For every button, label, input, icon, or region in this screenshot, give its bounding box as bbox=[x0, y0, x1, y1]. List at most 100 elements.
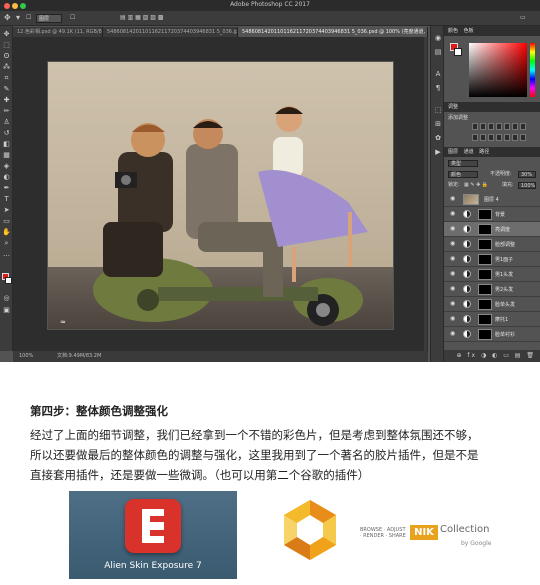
tab-channels[interactable]: 通道 bbox=[464, 149, 474, 155]
adjustments-panel-header: 调整 bbox=[444, 102, 540, 112]
blend-mode-dropdown[interactable]: 颜色 bbox=[448, 171, 478, 178]
layer-mask-thumbnail[interactable] bbox=[478, 239, 492, 250]
document-size[interactable]: 文档:9.49M/83.2M bbox=[57, 351, 101, 362]
blur-tool-icon[interactable]: ◈ bbox=[2, 162, 11, 171]
color-picker-field[interactable] bbox=[469, 43, 527, 97]
hand-tool-icon[interactable]: ✋ bbox=[2, 228, 11, 237]
layer-mask-thumbnail[interactable] bbox=[478, 224, 492, 235]
blend-opacity-row: 颜色 不透明度: 30% bbox=[444, 169, 540, 179]
zoom-level[interactable]: 100% bbox=[19, 351, 33, 362]
eye-icon[interactable]: ◉ bbox=[450, 330, 455, 337]
path-select-icon[interactable]: ➤ bbox=[2, 206, 11, 215]
layer-mask-thumbnail[interactable] bbox=[478, 269, 492, 280]
fill-input[interactable]: 100% bbox=[518, 182, 536, 189]
chevron-down-icon[interactable]: ▾ bbox=[16, 13, 20, 22]
layers-footer-icons[interactable]: ⊕ fx ◑ ◐ ▭ ▤ 🗑 bbox=[444, 350, 540, 362]
history-brush-icon[interactable]: ↺ bbox=[2, 129, 11, 138]
adjustment-layer-icon bbox=[463, 315, 471, 323]
layer-filter-dropdown[interactable]: 类型 bbox=[448, 160, 478, 167]
history-panel-icon[interactable]: ▤ bbox=[434, 48, 442, 56]
styles-panel-icon[interactable]: ⬚ bbox=[434, 106, 442, 114]
marquee-tool-icon[interactable]: ⬚ bbox=[2, 41, 11, 50]
layer-mask-thumbnail[interactable] bbox=[478, 209, 492, 220]
eye-icon[interactable]: ◉ bbox=[450, 270, 455, 277]
tab-layers[interactable]: 图层 bbox=[448, 149, 458, 155]
eyedropper-tool-icon[interactable]: ✎ bbox=[2, 85, 11, 94]
eye-icon[interactable]: ◉ bbox=[450, 315, 455, 322]
eye-icon[interactable]: ◉ bbox=[450, 225, 455, 232]
align-icons[interactable]: ▤ ▥ ▦ ▧ ▨ ▩ bbox=[120, 14, 164, 21]
color-panel-icon[interactable]: ◉ bbox=[434, 34, 442, 42]
canvas-area[interactable]: ≈ bbox=[13, 37, 428, 351]
layer-row[interactable]: ◉ 脸单衬衫 bbox=[444, 327, 540, 342]
layer-mask-thumbnail[interactable] bbox=[478, 329, 492, 340]
layer-mask-thumbnail[interactable] bbox=[478, 284, 492, 295]
layer-row-selected[interactable]: ◉ 亮调度 bbox=[444, 222, 540, 237]
shape-tool-icon[interactable]: ▭ bbox=[2, 217, 11, 226]
tab-swatches[interactable]: 色板 bbox=[464, 28, 474, 34]
character-panel-icon[interactable]: A bbox=[434, 70, 442, 78]
paths-panel-icon[interactable]: ⊞ bbox=[434, 120, 442, 128]
layer-row[interactable]: ◉ 男1头发 bbox=[444, 267, 540, 282]
tab-color[interactable]: 颜色 bbox=[448, 28, 458, 34]
zoom-tool-icon[interactable]: ⌕ bbox=[2, 239, 11, 248]
move-tool-icon[interactable]: ✥ bbox=[4, 13, 11, 22]
opacity-label: 不透明度: bbox=[490, 171, 512, 177]
document-photo[interactable]: ≈ bbox=[47, 61, 394, 330]
auto-select-checkbox[interactable]: ☐ bbox=[26, 14, 31, 21]
tab-adjustments[interactable]: 调整 bbox=[448, 104, 458, 110]
background-color-swatch[interactable] bbox=[5, 277, 12, 284]
eye-icon[interactable]: ◉ bbox=[450, 285, 455, 292]
eye-icon[interactable]: ◉ bbox=[450, 255, 455, 262]
eye-icon[interactable]: ◉ bbox=[450, 210, 455, 217]
brush-tool-icon[interactable]: ✏ bbox=[2, 107, 11, 116]
eye-icon[interactable]: ◉ bbox=[450, 240, 455, 247]
layer-mask-thumbnail[interactable] bbox=[478, 254, 492, 265]
pen-tool-icon[interactable]: ✒ bbox=[2, 184, 11, 193]
more-tools-icon[interactable]: … bbox=[2, 250, 11, 259]
lasso-tool-icon[interactable]: ʘ bbox=[2, 52, 11, 61]
auto-select-dropdown[interactable]: 图层 bbox=[36, 14, 62, 23]
lock-icons[interactable]: ▦ ✎ ✥ 🔒 bbox=[464, 180, 488, 190]
adjustment-icons-row-2[interactable] bbox=[472, 134, 532, 143]
adjustment-layer-icon bbox=[463, 240, 471, 248]
hue-slider[interactable] bbox=[530, 43, 535, 97]
crop-tool-icon[interactable]: ⌗ bbox=[2, 74, 11, 83]
workspace-icon[interactable]: ▭ bbox=[520, 14, 526, 21]
dodge-tool-icon[interactable]: ◐ bbox=[2, 173, 11, 182]
layer-mask-thumbnail[interactable] bbox=[478, 299, 492, 310]
eye-icon[interactable]: ◉ bbox=[450, 195, 455, 202]
opacity-input[interactable]: 30% bbox=[518, 171, 536, 178]
move-tool-icon[interactable]: ✥ bbox=[2, 30, 11, 39]
layer-row[interactable]: ◉ 脸单头发 bbox=[444, 297, 540, 312]
app-title: Adobe Photoshop CC 2017 bbox=[230, 1, 310, 8]
tab-paths[interactable]: 路径 bbox=[479, 149, 489, 155]
healing-brush-icon[interactable]: ✚ bbox=[2, 96, 11, 105]
layer-row[interactable]: ◉ 男2头发 bbox=[444, 282, 540, 297]
clone-stamp-icon[interactable]: ♙ bbox=[2, 118, 11, 127]
quick-select-tool-icon[interactable]: ⁂ bbox=[2, 63, 11, 72]
tab-document-2[interactable]: 5486081420110116211720374403946831 5_036… bbox=[103, 27, 238, 37]
gradient-tool-icon[interactable]: ▦ bbox=[2, 151, 11, 160]
eraser-tool-icon[interactable]: ◧ bbox=[2, 140, 11, 149]
layer-row[interactable]: ◉ 脸部调整 bbox=[444, 237, 540, 252]
transform-controls-checkbox[interactable]: ☐ bbox=[70, 14, 75, 21]
quick-mask-icon[interactable]: ◎ bbox=[2, 294, 11, 303]
vertical-scrollbar[interactable] bbox=[424, 37, 427, 351]
type-tool-icon[interactable]: T bbox=[2, 195, 11, 204]
layer-row[interactable]: ◉ 图层 4 bbox=[444, 192, 540, 207]
tab-document-1[interactable]: 12.色彩相.psd @ 49.1K (11, RGB/8#) × bbox=[13, 27, 103, 37]
step-heading: 第四步：整体颜色调整强化 bbox=[30, 404, 168, 418]
layer-row[interactable]: ◉ 摩托1 bbox=[444, 312, 540, 327]
screen-mode-icon[interactable]: ▣ bbox=[2, 306, 11, 315]
adjustment-icons-row-1[interactable] bbox=[472, 123, 532, 132]
eye-icon[interactable]: ◉ bbox=[450, 300, 455, 307]
layer-mask-thumbnail[interactable] bbox=[478, 314, 492, 325]
brush-panel-icon[interactable]: ✿ bbox=[434, 134, 442, 142]
layer-row[interactable]: ◉ 男1面子 bbox=[444, 252, 540, 267]
actions-panel-icon[interactable]: ▶ bbox=[434, 148, 442, 156]
color-background-swatch[interactable] bbox=[454, 48, 462, 56]
layer-row[interactable]: ◉ 背景 bbox=[444, 207, 540, 222]
paragraph-panel-icon[interactable]: ¶ bbox=[434, 84, 442, 92]
tab-document-3[interactable]: 5486081420110116211720374403946831 5_036… bbox=[238, 27, 428, 37]
